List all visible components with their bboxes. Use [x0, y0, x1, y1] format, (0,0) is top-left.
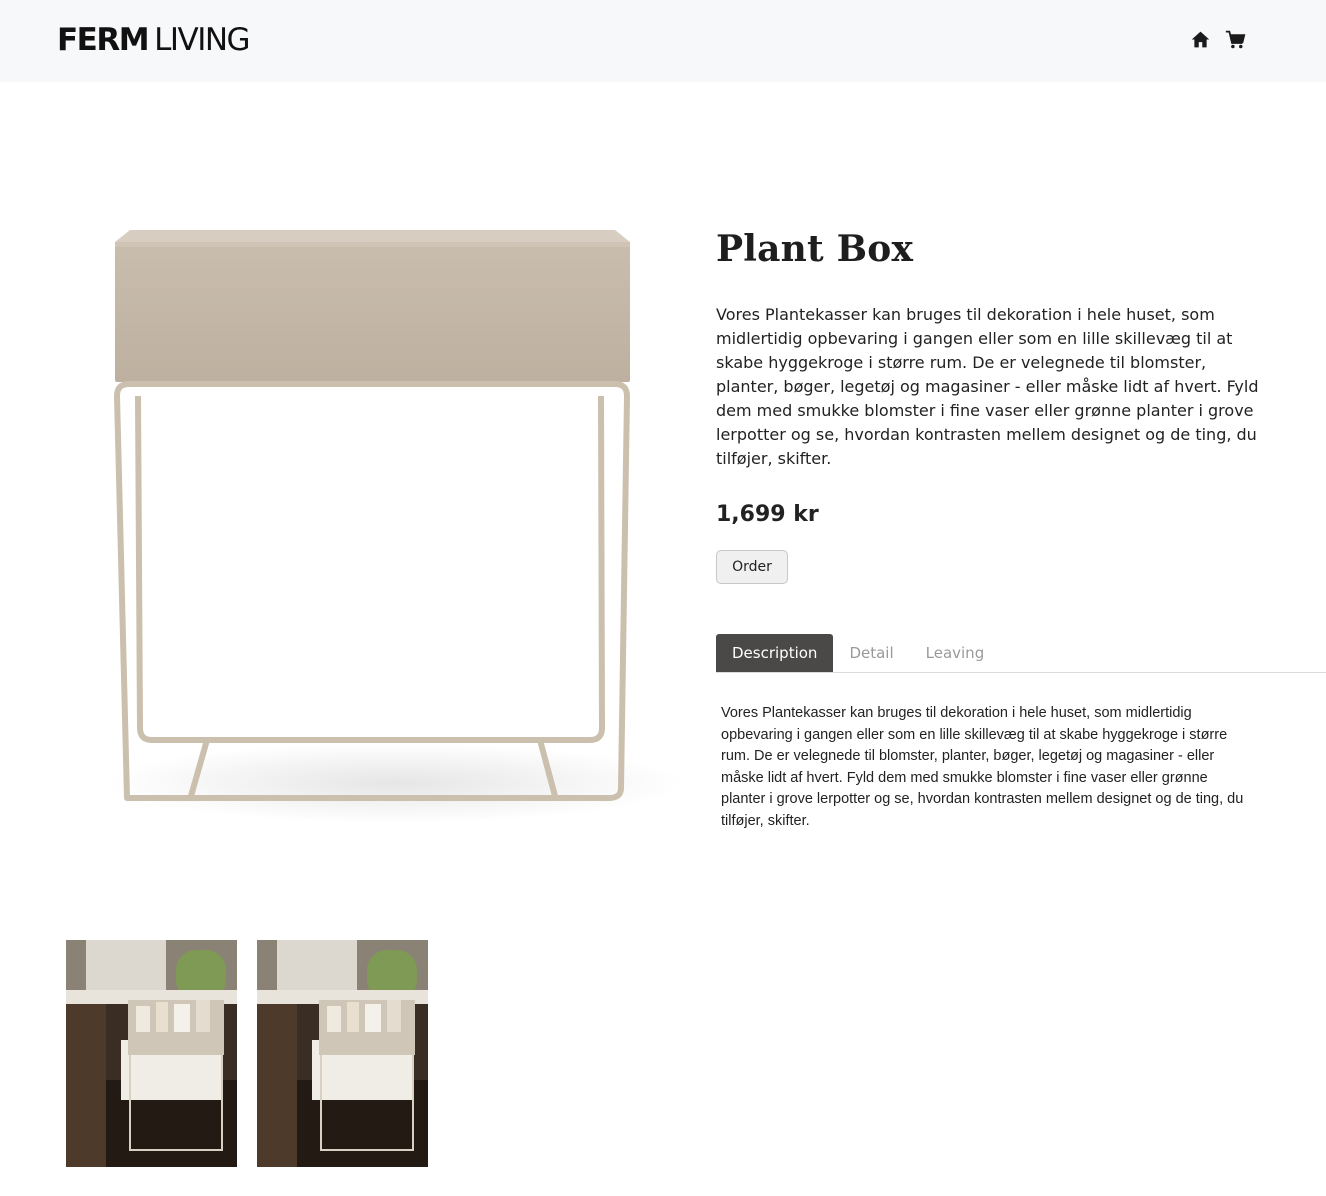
navbar: FERM LIVING	[0, 0, 1326, 82]
thumbnail-2[interactable]	[257, 940, 428, 1167]
tab-content-description: Vores Plantekasser kan bruges til dekora…	[721, 705, 1244, 829]
order-button[interactable]: Order	[716, 550, 788, 584]
home-icon[interactable]	[1190, 29, 1211, 50]
product-title: Plant Box	[716, 228, 914, 270]
product-description: Vores Plantekasser kan bruges til dekora…	[716, 305, 1259, 468]
tab-leaving[interactable]: Leaving	[910, 634, 1001, 672]
tab-bar: Description Detail Leaving	[716, 634, 1326, 673]
tab-description[interactable]: Description	[716, 634, 834, 672]
tab-detail[interactable]: Detail	[833, 634, 909, 672]
thumbnail-1[interactable]	[66, 940, 237, 1167]
cart-icon[interactable]	[1225, 29, 1246, 50]
nav-icons	[1190, 29, 1246, 50]
product-image	[105, 230, 685, 823]
brand-logo[interactable]: FERM LIVING	[57, 22, 251, 58]
brand-bold: FERM	[57, 22, 150, 58]
product-price: 1,699 kr	[716, 502, 819, 527]
brand-light: LIVING	[154, 22, 250, 58]
